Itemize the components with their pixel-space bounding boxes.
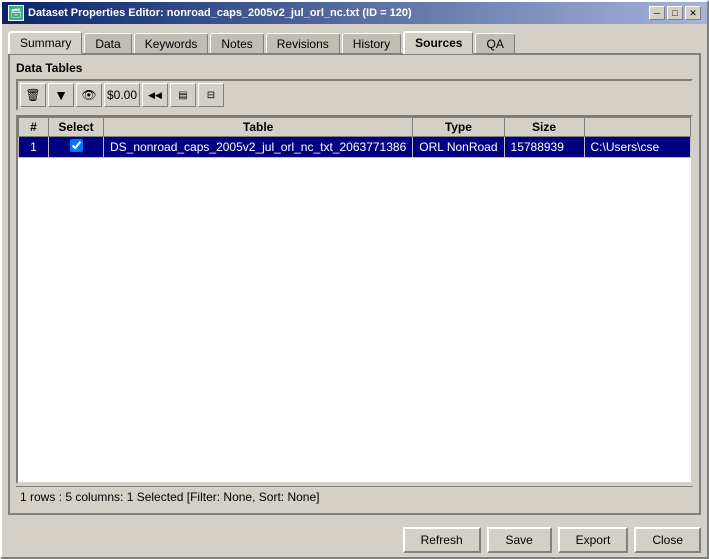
title-bar: 🗃 Dataset Properties Editor: nonroad_cap…	[2, 2, 707, 24]
copy-icon: ▤	[178, 90, 187, 101]
col-header-type: Type	[413, 118, 504, 137]
cost-button[interactable]: $0.00	[104, 83, 140, 107]
first-icon: ◀◀	[148, 90, 162, 101]
data-toolbar: 🗑 ▼ 👁 $0.00 ◀◀ ▤ ⊟	[16, 79, 693, 111]
col-header-size: Size	[504, 118, 584, 137]
tab-qa[interactable]: QA	[475, 33, 514, 54]
tab-sources[interactable]: Sources	[403, 31, 473, 54]
tab-history[interactable]: History	[342, 33, 401, 54]
data-table-container[interactable]: # Select Table Type Size 1	[16, 115, 693, 484]
minimize-button[interactable]: ─	[649, 6, 665, 20]
copy-button[interactable]: ▤	[170, 83, 196, 107]
bottom-button-bar: Refresh Save Export Close	[2, 521, 707, 557]
status-bar: 1 rows : 5 columns: 1 Selected [Filter: …	[16, 486, 693, 507]
close-window-button[interactable]: ✕	[685, 6, 701, 20]
title-buttons: ─ □ ✕	[649, 6, 701, 20]
sources-panel: Data Tables 🗑 ▼ 👁 $0.00 ◀◀	[8, 53, 701, 515]
main-window: 🗃 Dataset Properties Editor: nonroad_cap…	[0, 0, 709, 559]
col-header-path	[584, 118, 690, 137]
save-button[interactable]: Save	[487, 527, 552, 553]
filter-icon: ▼	[54, 87, 68, 103]
close-button[interactable]: Close	[634, 527, 701, 553]
split-icon: ⊟	[207, 90, 215, 101]
maximize-button[interactable]: □	[667, 6, 683, 20]
delete-icon: 🗑	[25, 88, 40, 102]
data-table: # Select Table Type Size 1	[18, 117, 691, 158]
cost-icon: $0.00	[107, 88, 137, 102]
split-button[interactable]: ⊟	[198, 83, 224, 107]
tab-keywords[interactable]: Keywords	[134, 33, 209, 54]
cell-size: 15788939	[504, 137, 584, 158]
delete-button[interactable]: 🗑	[20, 83, 46, 107]
row-checkbox[interactable]	[70, 139, 83, 152]
first-button[interactable]: ◀◀	[142, 83, 168, 107]
content-area: Summary Data Keywords Notes Revisions Hi…	[2, 24, 707, 521]
table-header-row: # Select Table Type Size	[19, 118, 691, 137]
tab-revisions[interactable]: Revisions	[266, 33, 340, 54]
panel-title: Data Tables	[16, 61, 693, 75]
tab-summary[interactable]: Summary	[8, 31, 82, 54]
title-bar-left: 🗃 Dataset Properties Editor: nonroad_cap…	[8, 5, 412, 21]
filter-button[interactable]: ▼	[48, 83, 74, 107]
window-icon: 🗃	[8, 5, 24, 21]
view-icon: 👁	[81, 88, 96, 102]
refresh-button[interactable]: Refresh	[403, 527, 481, 553]
view-button[interactable]: 👁	[76, 83, 102, 107]
cell-select[interactable]	[49, 137, 104, 158]
cell-path: C:\Users\cse	[584, 137, 690, 158]
table-row[interactable]: 1 DS_nonroad_caps_2005v2_jul_orl_nc_txt_…	[19, 137, 691, 158]
col-header-table: Table	[104, 118, 413, 137]
tab-notes[interactable]: Notes	[210, 33, 263, 54]
tab-data[interactable]: Data	[84, 33, 131, 54]
col-header-select: Select	[49, 118, 104, 137]
cell-table: DS_nonroad_caps_2005v2_jul_orl_nc_txt_20…	[104, 137, 413, 158]
tab-bar: Summary Data Keywords Notes Revisions Hi…	[8, 30, 701, 53]
window-title: Dataset Properties Editor: nonroad_caps_…	[28, 7, 412, 19]
col-header-num: #	[19, 118, 49, 137]
status-text: 1 rows : 5 columns: 1 Selected [Filter: …	[20, 490, 319, 504]
cell-num: 1	[19, 137, 49, 158]
cell-type: ORL NonRoad	[413, 137, 504, 158]
export-button[interactable]: Export	[558, 527, 629, 553]
